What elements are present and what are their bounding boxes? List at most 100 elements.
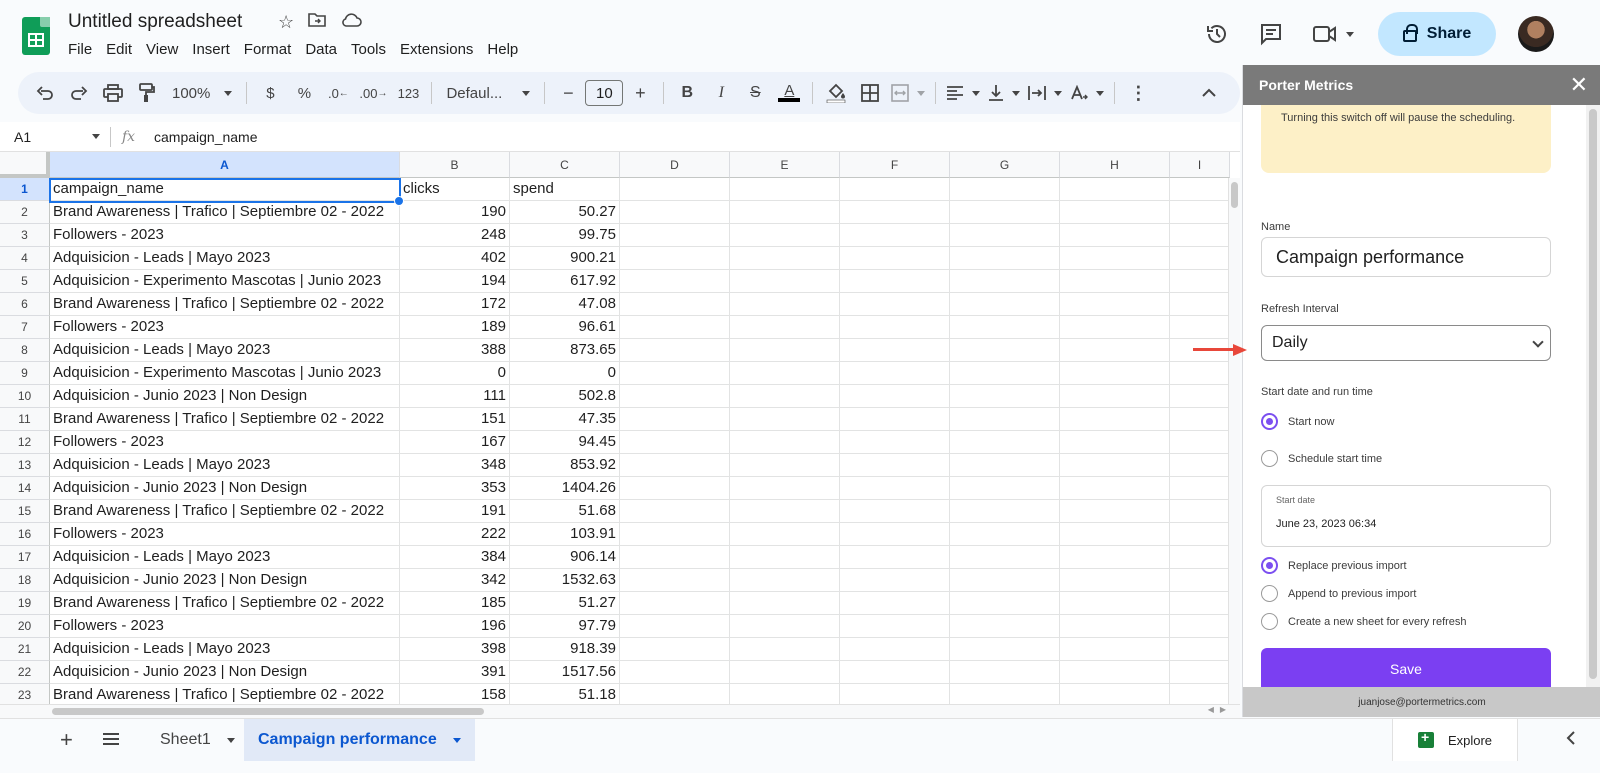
cell-h20[interactable]: [1060, 615, 1170, 638]
radio-new-sheet-control[interactable]: [1261, 613, 1278, 630]
cell-d9[interactable]: [620, 362, 730, 385]
cell-f15[interactable]: [840, 500, 950, 523]
cell-e23[interactable]: [730, 684, 840, 704]
panel-scrollbar[interactable]: [1586, 105, 1600, 690]
cell-c15[interactable]: 51.68: [510, 500, 620, 523]
cell-f21[interactable]: [840, 638, 950, 661]
cell-b4[interactable]: 402: [400, 247, 510, 270]
cell-g13[interactable]: [950, 454, 1060, 477]
cell-f7[interactable]: [840, 316, 950, 339]
radio-replace-import[interactable]: Replace previous import: [1261, 557, 1407, 574]
cell-b14[interactable]: 353: [400, 477, 510, 500]
side-panel-toggle-icon[interactable]: [1566, 729, 1576, 750]
menu-extensions[interactable]: Extensions: [393, 40, 480, 59]
radio-append-control[interactable]: [1261, 585, 1278, 602]
cell-h4[interactable]: [1060, 247, 1170, 270]
spreadsheet-grid[interactable]: ABCDEFGHI 1 campaign_name clicks spend 2 Bran…: [0, 152, 1240, 704]
cell-g4[interactable]: [950, 247, 1060, 270]
row-header[interactable]: 15: [0, 500, 50, 523]
cell-c7[interactable]: 96.61: [510, 316, 620, 339]
row-header[interactable]: 16: [0, 523, 50, 546]
cell-d6[interactable]: [620, 293, 730, 316]
cell-g8[interactable]: [950, 339, 1060, 362]
currency-format-button[interactable]: $: [253, 77, 287, 109]
cell-b5[interactable]: 194: [400, 270, 510, 293]
comments-icon[interactable]: [1244, 14, 1298, 54]
column-header-b[interactable]: B: [400, 152, 510, 178]
cell-a7[interactable]: Followers - 2023: [50, 316, 400, 339]
cell-h17[interactable]: [1060, 546, 1170, 569]
italic-button[interactable]: I: [704, 77, 738, 109]
font-size-input[interactable]: 10: [585, 80, 624, 106]
cell-a16[interactable]: Followers - 2023: [50, 523, 400, 546]
cell-i20[interactable]: [1170, 615, 1230, 638]
cell-i5[interactable]: [1170, 270, 1230, 293]
cell-i17[interactable]: [1170, 546, 1230, 569]
cell-f2[interactable]: [840, 201, 950, 224]
cell-h3[interactable]: [1060, 224, 1170, 247]
row-header[interactable]: 6: [0, 293, 50, 316]
fill-color-icon[interactable]: [819, 77, 853, 109]
cell-f18[interactable]: [840, 569, 950, 592]
font-size-decrease-button[interactable]: −: [551, 77, 585, 109]
radio-schedule-start-time[interactable]: Schedule start time: [1261, 450, 1382, 467]
cell-a3[interactable]: Followers - 2023: [50, 224, 400, 247]
collapse-toolbar-icon[interactable]: [1192, 77, 1226, 109]
cell-a14[interactable]: Adquisicion - Junio 2023 | Non Design: [50, 477, 400, 500]
cell-h16[interactable]: [1060, 523, 1170, 546]
text-rotation-icon[interactable]: [1066, 77, 1108, 109]
cell-a1[interactable]: campaign_name: [50, 178, 400, 201]
cell-a23[interactable]: Brand Awareness | Trafico | Septiembre 0…: [50, 684, 400, 704]
cell-d12[interactable]: [620, 431, 730, 454]
cell-d16[interactable]: [620, 523, 730, 546]
cell-a9[interactable]: Adquisicion - Experimento Mascotas | Jun…: [50, 362, 400, 385]
version-history-icon[interactable]: [1190, 14, 1244, 54]
refresh-interval-select[interactable]: Daily: [1261, 325, 1551, 361]
cell-e4[interactable]: [730, 247, 840, 270]
radio-append-import[interactable]: Append to previous import: [1261, 585, 1416, 602]
redo-icon[interactable]: [62, 77, 96, 109]
cell-c8[interactable]: 873.65: [510, 339, 620, 362]
cell-f13[interactable]: [840, 454, 950, 477]
cell-f4[interactable]: [840, 247, 950, 270]
cell-b17[interactable]: 384: [400, 546, 510, 569]
cell-g12[interactable]: [950, 431, 1060, 454]
cell-a12[interactable]: Followers - 2023: [50, 431, 400, 454]
cell-d7[interactable]: [620, 316, 730, 339]
cell-h15[interactable]: [1060, 500, 1170, 523]
cell-b10[interactable]: 111: [400, 385, 510, 408]
cell-e10[interactable]: [730, 385, 840, 408]
cell-f19[interactable]: [840, 592, 950, 615]
cell-a19[interactable]: Brand Awareness | Trafico | Septiembre 0…: [50, 592, 400, 615]
scroll-left-icon[interactable]: ◀: [1208, 705, 1214, 714]
cell-e3[interactable]: [730, 224, 840, 247]
cell-e14[interactable]: [730, 477, 840, 500]
column-header-d[interactable]: D: [620, 152, 730, 178]
horizontal-scroll-thumb[interactable]: [52, 708, 484, 715]
cell-c21[interactable]: 918.39: [510, 638, 620, 661]
cell-b7[interactable]: 189: [400, 316, 510, 339]
strikethrough-button[interactable]: S: [738, 77, 772, 109]
name-box[interactable]: A1: [0, 129, 110, 145]
cell-f22[interactable]: [840, 661, 950, 684]
cell-b21[interactable]: 398: [400, 638, 510, 661]
menu-file[interactable]: File: [68, 40, 99, 59]
cell-h22[interactable]: [1060, 661, 1170, 684]
cell-g11[interactable]: [950, 408, 1060, 431]
tab-campaign-performance[interactable]: Campaign performance: [244, 719, 475, 761]
cell-b3[interactable]: 248: [400, 224, 510, 247]
horizontal-scrollbar[interactable]: ◀ ▶: [0, 704, 1240, 718]
font-size-increase-button[interactable]: +: [623, 77, 657, 109]
cell-f11[interactable]: [840, 408, 950, 431]
row-header[interactable]: 1: [0, 178, 50, 201]
cell-i11[interactable]: [1170, 408, 1230, 431]
cell-f8[interactable]: [840, 339, 950, 362]
column-header-f[interactable]: F: [840, 152, 950, 178]
increase-decimal-button[interactable]: .00 →: [355, 77, 391, 109]
cell-g22[interactable]: [950, 661, 1060, 684]
cell-i16[interactable]: [1170, 523, 1230, 546]
cell-d8[interactable]: [620, 339, 730, 362]
cell-i10[interactable]: [1170, 385, 1230, 408]
vertical-scroll-thumb[interactable]: [1231, 182, 1238, 208]
cell-c3[interactable]: 99.75: [510, 224, 620, 247]
